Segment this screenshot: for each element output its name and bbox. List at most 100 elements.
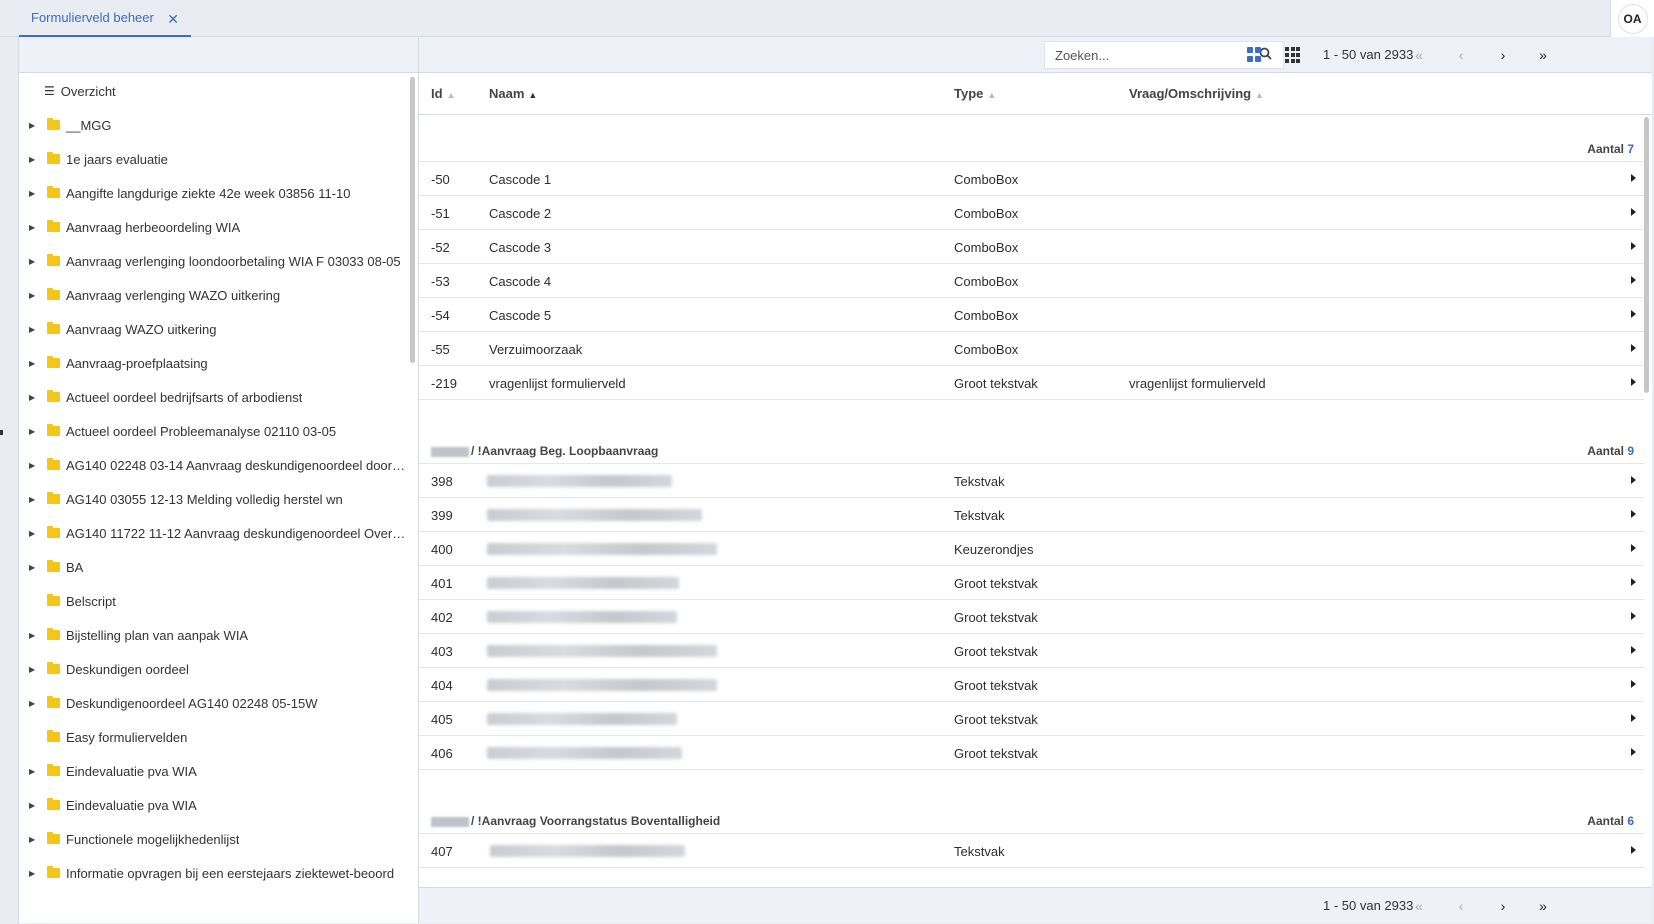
tree-item-folder[interactable]: ▶ Aangifte langdurige ziekte 42e week 038… bbox=[19, 175, 409, 211]
column-header-type[interactable]: Type ▲ bbox=[954, 86, 996, 101]
tree-item-folder[interactable]: ▶Easy formuliervelden bbox=[19, 719, 409, 755]
table-row[interactable]: 399 Tekstvak bbox=[419, 498, 1644, 532]
tree-item-folder[interactable]: ▶ AG140 03055 12-13 Melding volledig hers… bbox=[19, 481, 409, 517]
column-header-naam[interactable]: Naam ▲ bbox=[489, 86, 537, 101]
last-page-icon[interactable]: » bbox=[1533, 896, 1553, 916]
caret-right-icon[interactable] bbox=[1631, 242, 1636, 250]
tree-scrollbar[interactable] bbox=[410, 77, 415, 363]
prev-page-icon[interactable]: ‹ bbox=[1451, 45, 1471, 65]
caret-right-icon[interactable]: ▶ bbox=[29, 631, 37, 640]
avatar[interactable]: OA bbox=[1617, 3, 1648, 34]
next-page-icon[interactable]: › bbox=[1493, 896, 1513, 916]
table-row[interactable]: -55 Verzuimoorzaak ComboBox bbox=[419, 332, 1644, 366]
caret-right-icon[interactable]: ▶ bbox=[29, 325, 37, 334]
grid-view-icon[interactable] bbox=[1285, 47, 1301, 63]
caret-right-icon[interactable] bbox=[1631, 174, 1636, 182]
caret-right-icon[interactable]: ▶ bbox=[29, 869, 37, 878]
caret-right-icon[interactable]: ▶ bbox=[29, 767, 37, 776]
caret-right-icon[interactable] bbox=[1631, 378, 1636, 386]
caret-right-icon[interactable] bbox=[1631, 476, 1636, 484]
last-page-icon[interactable]: » bbox=[1533, 45, 1553, 65]
caret-right-icon[interactable]: ▶ bbox=[29, 223, 37, 232]
caret-right-icon[interactable]: ▶ bbox=[29, 257, 37, 266]
tree-item-folder[interactable]: ▶ Deskundigen oordeel bbox=[19, 651, 409, 687]
caret-right-icon[interactable]: ▶ bbox=[29, 393, 37, 402]
table-row[interactable]: 402 Groot tekstvak bbox=[419, 600, 1644, 634]
grouped-view-icon[interactable] bbox=[1247, 47, 1263, 63]
table-row[interactable]: -53 Cascode 4 ComboBox bbox=[419, 264, 1644, 298]
close-icon[interactable]: ✕ bbox=[167, 11, 179, 28]
caret-right-icon[interactable]: ▶ bbox=[29, 835, 37, 844]
caret-right-icon[interactable]: ▶ bbox=[29, 801, 37, 810]
caret-right-icon[interactable] bbox=[1631, 714, 1636, 722]
tree-item-folder[interactable]: ▶ 1e jaars evaluatie bbox=[19, 141, 409, 177]
resize-handle-icon[interactable] bbox=[0, 430, 3, 435]
caret-right-icon[interactable] bbox=[1631, 748, 1636, 756]
table-scrollbar[interactable] bbox=[1644, 117, 1649, 393]
table-row[interactable]: 405 Groot tekstvak bbox=[419, 702, 1644, 736]
table-row[interactable]: 403 Groot tekstvak bbox=[419, 634, 1644, 668]
tree-item-folder[interactable]: ▶ Deskundigenoordeel AG140 02248 05-15W bbox=[19, 685, 409, 721]
table-row[interactable]: 404 Groot tekstvak bbox=[419, 668, 1644, 702]
first-page-icon[interactable]: « bbox=[1409, 45, 1429, 65]
tree-item-folder[interactable]: ▶ Actueel oordeel Probleemanalyse 02110 0… bbox=[19, 413, 409, 449]
search-input[interactable] bbox=[1045, 42, 1259, 68]
caret-right-icon[interactable]: ▶ bbox=[29, 155, 37, 164]
caret-right-icon[interactable] bbox=[1631, 208, 1636, 216]
caret-right-icon[interactable]: ▶ bbox=[29, 359, 37, 368]
caret-right-icon[interactable]: ▶ bbox=[29, 699, 37, 708]
tab-formulierveld-beheer[interactable]: Formulierveld beheer ✕ bbox=[19, 0, 191, 37]
tree-item-folder[interactable]: ▶ Aanvraag-proefplaatsing bbox=[19, 345, 409, 381]
tree-item-folder[interactable]: ▶ Eindevaluatie pva WIA bbox=[19, 787, 409, 823]
caret-right-icon[interactable] bbox=[1631, 578, 1636, 586]
column-header-vraag[interactable]: Vraag/Omschrijving ▲ bbox=[1129, 86, 1264, 101]
caret-right-icon[interactable]: ▶ bbox=[29, 529, 37, 538]
caret-right-icon[interactable] bbox=[1631, 276, 1636, 284]
caret-right-icon[interactable] bbox=[1631, 344, 1636, 352]
caret-right-icon[interactable]: ▶ bbox=[29, 427, 37, 436]
tree-item-folder[interactable]: ▶ AG140 11722 11-12 Aanvraag deskundigeno… bbox=[19, 515, 409, 551]
caret-right-icon[interactable]: ▶ bbox=[29, 665, 37, 674]
table-row[interactable]: 400 Keuzerondjes bbox=[419, 532, 1644, 566]
first-page-icon[interactable]: « bbox=[1409, 896, 1429, 916]
table-row[interactable]: -219 vragenlijst formulierveld Groot tekst… bbox=[419, 366, 1644, 400]
caret-right-icon[interactable] bbox=[1631, 846, 1636, 854]
table-row[interactable]: -54 Cascode 5 ComboBox bbox=[419, 298, 1644, 332]
tree-item-folder[interactable]: ▶ BA bbox=[19, 549, 409, 585]
tree-item-folder[interactable]: ▶Belscript bbox=[19, 583, 409, 619]
tree-item-folder[interactable]: ▶ __MGG bbox=[19, 107, 409, 143]
tree-item-folder[interactable]: ▶ Informatie opvragen bij een eerstejaars… bbox=[19, 855, 409, 891]
caret-right-icon[interactable]: ▶ bbox=[29, 461, 37, 470]
table-row[interactable]: -51 Cascode 2 ComboBox bbox=[419, 196, 1644, 230]
tree-item-overzicht[interactable]: ☰ Overzicht bbox=[19, 73, 409, 109]
tree-item-folder[interactable]: ▶ Aanvraag verlenging loondoorbetaling WI… bbox=[19, 243, 409, 279]
column-header-id[interactable]: Id ▲︎ bbox=[431, 86, 455, 101]
table-row[interactable]: 406 Groot tekstvak bbox=[419, 736, 1644, 770]
tree-item-folder[interactable]: ▶ Eindevaluatie pva WIA bbox=[19, 753, 409, 789]
tree-item-folder[interactable]: ▶ Functionele mogelijkhedenlijst bbox=[19, 821, 409, 857]
caret-right-icon[interactable] bbox=[1631, 646, 1636, 654]
tree-item-folder[interactable]: ▶ AG140 02248 03-14 Aanvraag deskundigeno… bbox=[19, 447, 409, 483]
caret-right-icon[interactable]: ▶ bbox=[29, 291, 37, 300]
tree-item-folder[interactable]: ▶ Aanvraag verlenging WAZO uitkering bbox=[19, 277, 409, 313]
prev-page-icon[interactable]: ‹ bbox=[1451, 896, 1471, 916]
caret-right-icon[interactable]: ▶ bbox=[29, 563, 37, 572]
next-page-icon[interactable]: › bbox=[1493, 45, 1513, 65]
caret-right-icon[interactable] bbox=[1631, 544, 1636, 552]
table-row[interactable]: 398 Tekstvak bbox=[419, 464, 1644, 498]
caret-right-icon[interactable]: ▶ bbox=[29, 495, 37, 504]
caret-right-icon[interactable]: ▶ bbox=[29, 121, 37, 130]
caret-right-icon[interactable]: ▶ bbox=[29, 189, 37, 198]
tree-item-folder[interactable]: ▶ Bijstelling plan van aanpak WIA bbox=[19, 617, 409, 653]
caret-right-icon[interactable] bbox=[1631, 680, 1636, 688]
caret-right-icon[interactable] bbox=[1631, 612, 1636, 620]
tree-item-folder[interactable]: ▶ Aanvraag WAZO uitkering bbox=[19, 311, 409, 347]
table-row[interactable]: 401 Groot tekstvak bbox=[419, 566, 1644, 600]
tree-item-folder[interactable]: ▶ Aanvraag herbeoordeling WIA bbox=[19, 209, 409, 245]
table-row[interactable]: -52 Cascode 3 ComboBox bbox=[419, 230, 1644, 264]
caret-right-icon[interactable] bbox=[1631, 310, 1636, 318]
caret-right-icon[interactable] bbox=[1631, 510, 1636, 518]
table-row[interactable]: 407 Tekstvak bbox=[419, 834, 1644, 868]
table-row[interactable]: -50 Cascode 1 ComboBox bbox=[419, 162, 1644, 196]
tree-item-folder[interactable]: ▶ Actueel oordeel bedrijfsarts of arbodie… bbox=[19, 379, 409, 415]
